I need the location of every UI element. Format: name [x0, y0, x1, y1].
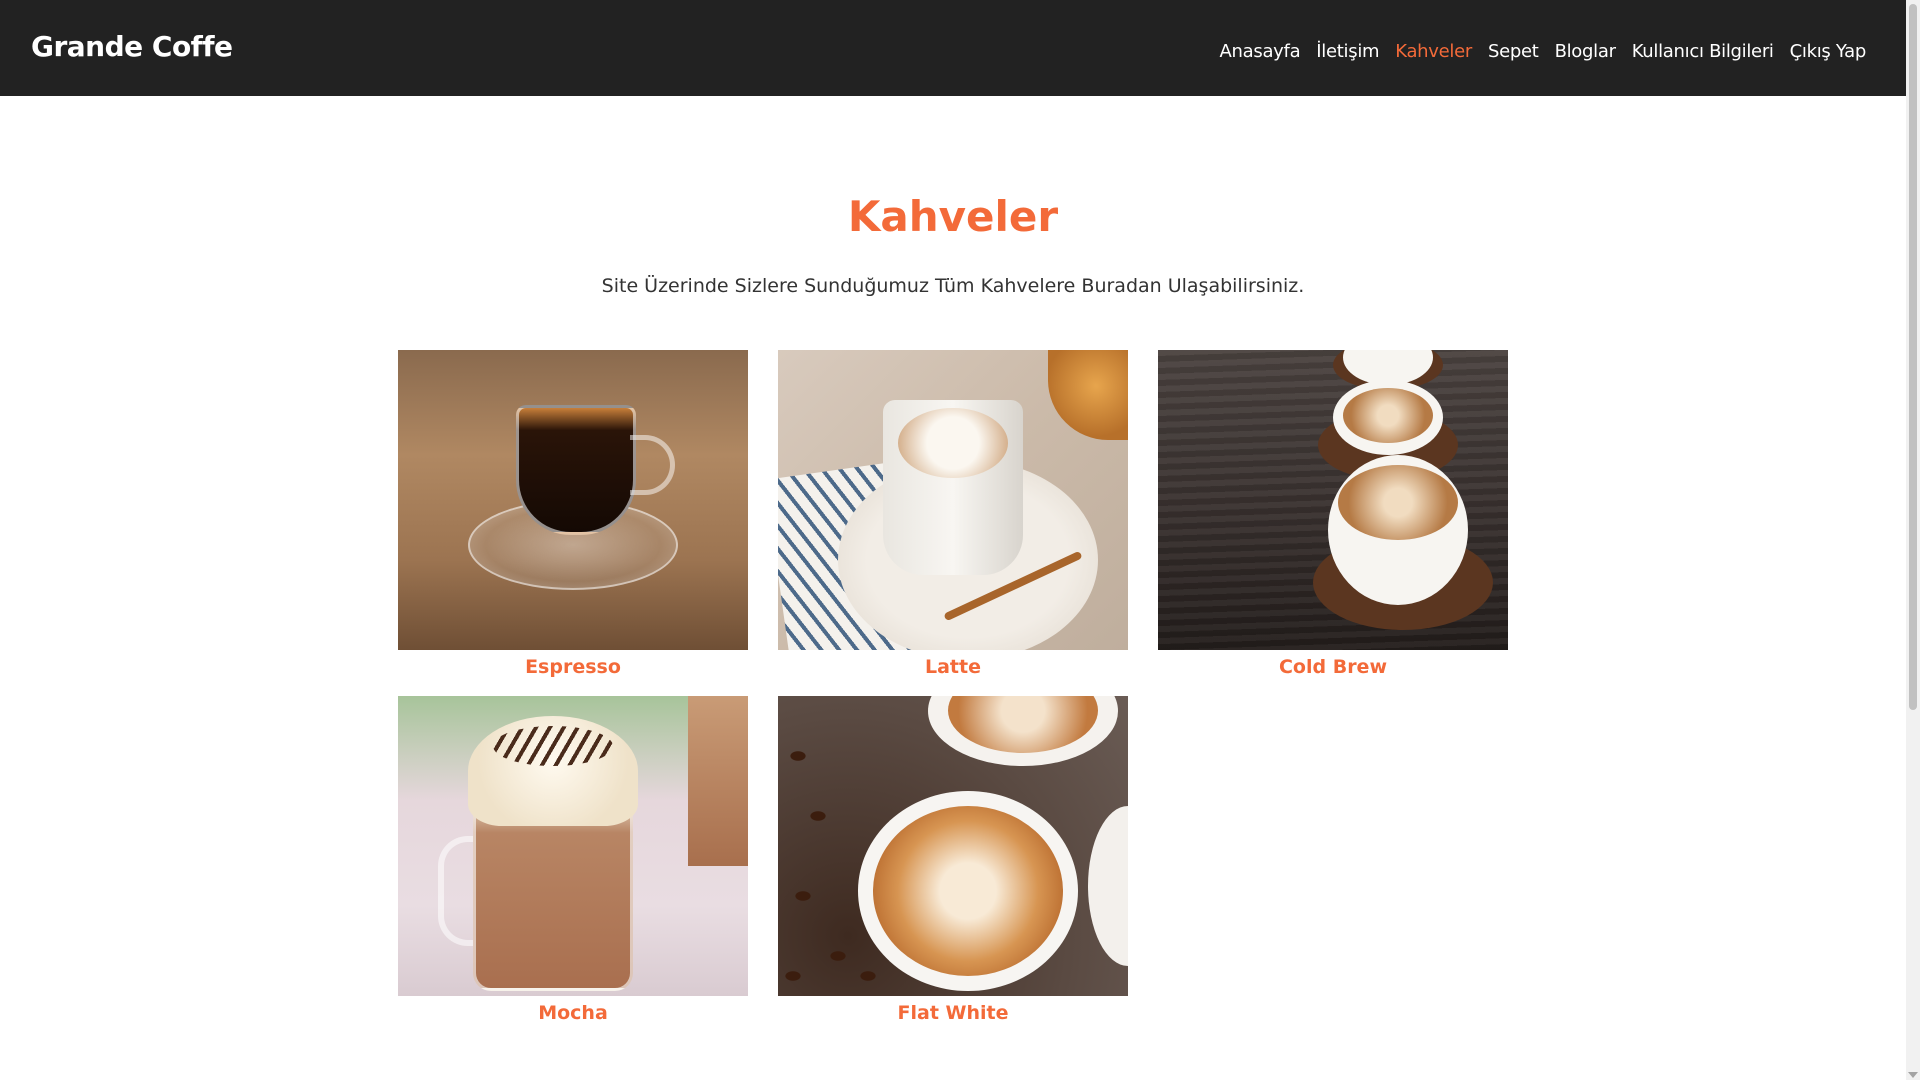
product-title[interactable]: Flat White: [778, 1002, 1128, 1030]
product-card-cold-brew[interactable]: Cold Brew: [1158, 350, 1508, 684]
mocha-image[interactable]: [398, 696, 748, 996]
main-content: Kahveler Site Üzerinde Sizlere Sunduğumu…: [0, 96, 1906, 297]
product-title[interactable]: Mocha: [398, 1002, 748, 1030]
scroll-down-arrow-icon[interactable]: [1908, 1072, 1918, 1078]
scrollbar-thumb[interactable]: [1909, 4, 1917, 710]
product-title[interactable]: Espresso: [398, 656, 748, 684]
espresso-image[interactable]: [398, 350, 748, 650]
main-nav: Anasayfa İletişim Kahveler Sepet Bloglar…: [1220, 41, 1867, 62]
nav-link-sepet[interactable]: Sepet: [1488, 41, 1539, 62]
product-card-flat-white[interactable]: Flat White: [778, 696, 1128, 1030]
nav-link-anasayfa[interactable]: Anasayfa: [1220, 41, 1301, 62]
nav-link-kullanici-bilgileri[interactable]: Kullanıcı Bilgileri: [1632, 41, 1774, 62]
nav-link-kahveler[interactable]: Kahveler: [1395, 41, 1472, 62]
product-card-espresso[interactable]: Espresso: [398, 350, 748, 684]
latte-image[interactable]: [778, 350, 1128, 650]
nav-link-iletisim[interactable]: İletişim: [1316, 41, 1379, 62]
vertical-scrollbar[interactable]: [1906, 0, 1920, 1080]
nav-link-bloglar[interactable]: Bloglar: [1555, 41, 1616, 62]
product-card-mocha[interactable]: Mocha: [398, 696, 748, 1030]
product-card-latte[interactable]: Latte: [778, 350, 1128, 684]
page-title: Kahveler: [847, 192, 1059, 241]
flat-white-image[interactable]: [778, 696, 1128, 996]
page-subtitle: Site Üzerinde Sizlere Sunduğumuz Tüm Kah…: [601, 275, 1305, 297]
cold-brew-image[interactable]: [1158, 350, 1508, 650]
product-grid: Espresso Latte Cold Brew Mocha Flat Whit…: [398, 350, 1510, 1030]
nav-link-cikis-yap[interactable]: Çıkış Yap: [1790, 41, 1867, 62]
product-title[interactable]: Cold Brew: [1158, 656, 1508, 684]
top-navbar: Grande Coffe Anasayfa İletişim Kahveler …: [0, 0, 1906, 96]
product-title[interactable]: Latte: [778, 656, 1128, 684]
brand-logo-text[interactable]: Grande Coffe: [31, 30, 233, 63]
